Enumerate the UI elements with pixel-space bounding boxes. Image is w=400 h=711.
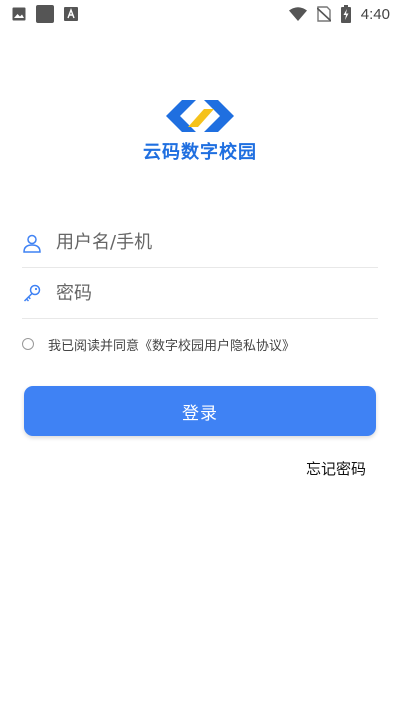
status-bar: 4:40 (0, 0, 400, 28)
image-icon (12, 7, 26, 21)
status-time: 4:40 (360, 5, 390, 23)
password-input[interactable] (56, 283, 378, 304)
square-icon (36, 5, 54, 23)
password-field-row (22, 269, 378, 319)
app-logo: 云码数字校园 (0, 96, 400, 164)
forgot-password-link[interactable]: 忘记密码 (306, 458, 366, 479)
logo-text: 云码数字校园 (143, 142, 257, 163)
battery-charging-icon (340, 5, 351, 23)
status-bar-right: 4:40 (288, 5, 390, 23)
privacy-agreement: 我已阅读并同意《数字校园用户隐私协议》 (22, 334, 378, 354)
status-bar-left (12, 5, 78, 23)
login-button[interactable]: 登录 (24, 386, 376, 436)
username-input[interactable] (56, 232, 378, 253)
font-icon (64, 7, 78, 21)
agreement-radio[interactable] (22, 338, 34, 350)
wifi-icon (288, 7, 307, 21)
logo-mark-icon (166, 100, 234, 132)
username-field-row (22, 218, 378, 268)
no-sim-icon (316, 6, 331, 22)
agreement-text[interactable]: 我已阅读并同意《数字校园用户隐私协议》 (48, 335, 295, 354)
key-icon (22, 284, 42, 304)
user-icon (22, 233, 42, 253)
